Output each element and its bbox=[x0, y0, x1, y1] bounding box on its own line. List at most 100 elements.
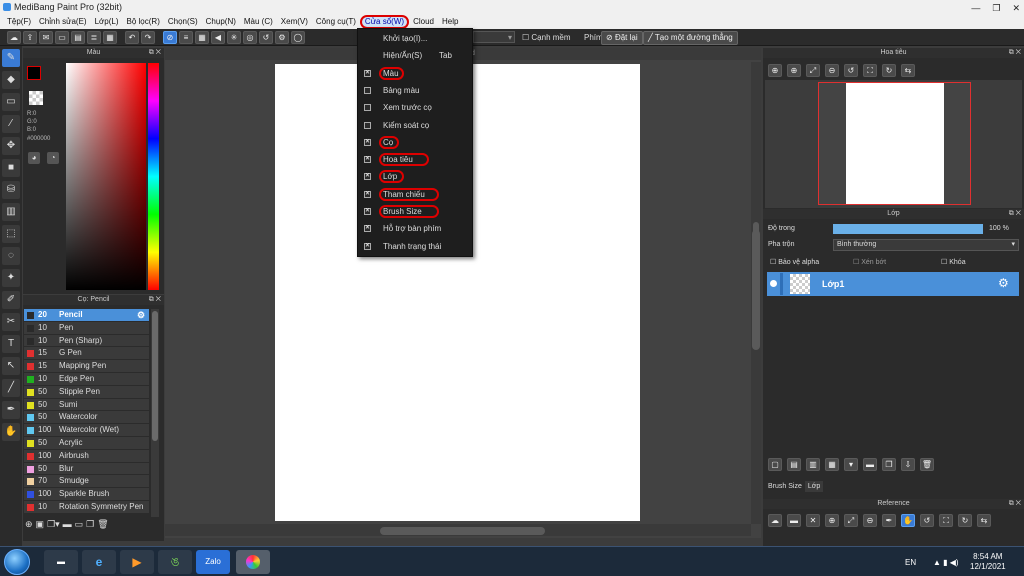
circle-snap-icon[interactable]: ◎ bbox=[243, 30, 257, 44]
tab-brush-size[interactable]: Brush Size bbox=[765, 481, 805, 492]
zoom-in2-icon[interactable]: ⊕ bbox=[787, 64, 801, 77]
ref-rotate-left-icon[interactable]: ↺ bbox=[920, 514, 934, 527]
color-picker-icon[interactable]: ◔ bbox=[47, 152, 59, 164]
select-eraser-tool-icon[interactable]: ✂ bbox=[2, 313, 20, 331]
brush-list-item[interactable]: 20 Pencil ⚙ bbox=[24, 309, 149, 322]
clock[interactable]: 8:54 AM 12/1/2021 bbox=[970, 552, 1006, 572]
window-menu-item[interactable]: Kiểm soát cọ bbox=[358, 117, 474, 134]
bucket-tool-icon[interactable]: ⛁ bbox=[2, 181, 20, 199]
navigator-preview[interactable] bbox=[765, 80, 1022, 208]
fit-icon[interactable]: ⤢ bbox=[806, 64, 820, 77]
upload-icon[interactable]: ⇪ bbox=[23, 30, 37, 44]
menu-filter[interactable]: Bộ lọc(R) bbox=[123, 14, 164, 29]
cloud-icon[interactable]: ☁ bbox=[7, 30, 21, 44]
panel-close-icon[interactable]: ⧉ ✕ bbox=[1009, 499, 1021, 509]
merge-layer-icon[interactable]: ⇩ bbox=[901, 458, 915, 471]
rotate-left-icon[interactable]: ↺ bbox=[844, 64, 858, 77]
ref-cloud-icon[interactable]: ☁ bbox=[768, 514, 782, 527]
ref-fit-icon[interactable]: ⤢ bbox=[844, 514, 858, 527]
medibang-icon[interactable] bbox=[236, 550, 270, 574]
window-menu-item[interactable]: ✕ Brush Size bbox=[358, 203, 474, 220]
grid-icon[interactable]: ▦ bbox=[103, 30, 117, 44]
minimize-button[interactable]: — bbox=[971, 1, 980, 15]
speech-icon[interactable]: ▭ bbox=[55, 30, 69, 44]
brush-list-item[interactable]: 50 Blur bbox=[24, 462, 149, 476]
new-layer-icon[interactable]: ▢ bbox=[768, 458, 782, 471]
tray-icons[interactable]: ▲ ▮ ◀) bbox=[933, 558, 959, 567]
hand-tool-icon[interactable]: ✋ bbox=[2, 423, 20, 441]
language-indicator[interactable]: EN bbox=[905, 558, 916, 567]
anti-alias-checkbox[interactable]: ☐ Cạnh mềm bbox=[522, 29, 571, 46]
transparent-color-swatch[interactable] bbox=[29, 91, 43, 105]
import-icon[interactable]: ▭ bbox=[75, 519, 84, 530]
panel-close-icon[interactable]: ⧉ ✕ bbox=[149, 48, 161, 58]
panel-close-icon[interactable]: ⧉ ✕ bbox=[1009, 48, 1021, 58]
select-pen-tool-icon[interactable]: ✐ bbox=[2, 291, 20, 309]
dot-tool-icon[interactable]: ⁄ bbox=[2, 115, 20, 133]
layer-folder-icon[interactable]: ▬ bbox=[863, 458, 877, 471]
comment-icon[interactable]: ✉ bbox=[39, 30, 53, 44]
new-halftone-layer-icon[interactable]: ▤ bbox=[787, 458, 801, 471]
window-menu-item[interactable]: ✕ Hoa tiêu bbox=[358, 151, 474, 168]
redo-icon[interactable]: ↷ bbox=[141, 30, 155, 44]
new-8bit-layer-icon[interactable]: ▥ bbox=[806, 458, 820, 471]
page-icon[interactable]: ▤ bbox=[71, 30, 85, 44]
folder-icon[interactable]: ▬ bbox=[63, 519, 72, 530]
new-1bit-layer-icon[interactable]: ▦ bbox=[825, 458, 839, 471]
window-menu-item[interactable]: Xem trước cọ bbox=[358, 99, 474, 116]
menu-help[interactable]: Help bbox=[438, 14, 462, 29]
menu-select[interactable]: Chọn(S) bbox=[164, 14, 202, 29]
menu-snap[interactable]: Chụp(N) bbox=[202, 14, 240, 29]
lasso-tool-icon[interactable]: ◌ bbox=[2, 247, 20, 265]
no-snap-icon[interactable]: ⊘ bbox=[163, 30, 177, 44]
palette-icon[interactable]: ◕ bbox=[28, 152, 40, 164]
window-menu-item[interactable]: ✕ Tham chiếu bbox=[358, 186, 474, 203]
zalo-icon[interactable]: Zalo bbox=[196, 550, 230, 574]
menu-file[interactable]: Tệp(F) bbox=[3, 14, 35, 29]
divide-tool-icon[interactable]: ╱ bbox=[2, 379, 20, 397]
brush-list-item[interactable]: 100 Sparkle Brush bbox=[24, 488, 149, 501]
file-explorer-icon[interactable]: ▬ bbox=[44, 550, 78, 574]
brush-list-item[interactable]: 10 Pen (Sharp) bbox=[24, 334, 149, 348]
settings-snap-icon[interactable]: ⚙ bbox=[275, 30, 289, 44]
blend-select[interactable]: Bình thường ▾ bbox=[833, 239, 1019, 251]
rotate-right-icon[interactable]: ↻ bbox=[882, 64, 896, 77]
panel-close-icon[interactable]: ⧉ ✕ bbox=[1009, 209, 1021, 219]
brush-list-item[interactable]: 10 Edge Pen bbox=[24, 373, 149, 386]
ref-fit-window-icon[interactable]: ⛶ bbox=[939, 514, 953, 527]
ref-open-icon[interactable]: ▬ bbox=[787, 514, 801, 527]
ellipse-snap-icon[interactable]: ◯ bbox=[291, 30, 305, 44]
brush-list-scrollbar[interactable] bbox=[151, 309, 159, 517]
make-line-button[interactable]: ╱ Tạo một đường thẳng bbox=[643, 31, 738, 45]
ref-zoom-in-icon[interactable]: ⊕ bbox=[825, 514, 839, 527]
protect-alpha-checkbox[interactable]: ☐ Bảo vệ alpha bbox=[770, 258, 819, 266]
menu-view[interactable]: Xem(V) bbox=[277, 14, 312, 29]
hue-slider[interactable] bbox=[148, 63, 159, 290]
curve-snap-icon[interactable]: ↺ bbox=[259, 30, 273, 44]
window-menu-item[interactable]: ✕ Màu bbox=[358, 65, 474, 82]
brush-list-item[interactable]: 50 Watercolor bbox=[24, 411, 149, 425]
radial-snap-icon[interactable]: ✳ bbox=[227, 30, 241, 44]
ref-eyedropper-icon[interactable]: ✒ bbox=[882, 514, 896, 527]
duplicate-icon[interactable]: ❐ bbox=[86, 519, 94, 530]
visibility-icon[interactable] bbox=[770, 280, 777, 287]
brush-list-item[interactable]: 100 Watercolor (Wet) bbox=[24, 424, 149, 437]
brush-list-item[interactable]: 50 Stipple Pen bbox=[24, 385, 149, 399]
brush-list-item[interactable]: 10 Pen bbox=[24, 321, 149, 335]
primary-color-swatch[interactable] bbox=[27, 66, 41, 80]
window-menu-item[interactable]: ✕ Lớp bbox=[358, 168, 474, 185]
eyedropper-tool-icon[interactable]: ✒ bbox=[2, 401, 20, 419]
reset-button[interactable]: ⊘ Đặt lại bbox=[601, 31, 643, 45]
canvas-hscroll[interactable] bbox=[165, 524, 751, 536]
menu-window[interactable]: Cửa sổ(W) bbox=[359, 14, 410, 29]
brush-list-item[interactable]: 15 Mapping Pen bbox=[24, 360, 149, 373]
window-menu-item[interactable]: ✕ Cọ bbox=[358, 134, 474, 151]
menu-edit[interactable]: Chỉnh sửa(E) bbox=[35, 14, 91, 29]
ref-close-icon[interactable]: ✕ bbox=[806, 514, 820, 527]
layer-scroll-thumb[interactable] bbox=[752, 230, 760, 350]
ref-flip-icon[interactable]: ⇆ bbox=[977, 514, 991, 527]
brush-list-item[interactable]: 70 Smudge bbox=[24, 475, 149, 489]
add-brush-icon[interactable]: ⊕ bbox=[25, 519, 33, 530]
select-tool-icon[interactable]: ⬚ bbox=[2, 225, 20, 243]
eraser-tool-icon[interactable]: ◆ bbox=[2, 71, 20, 89]
